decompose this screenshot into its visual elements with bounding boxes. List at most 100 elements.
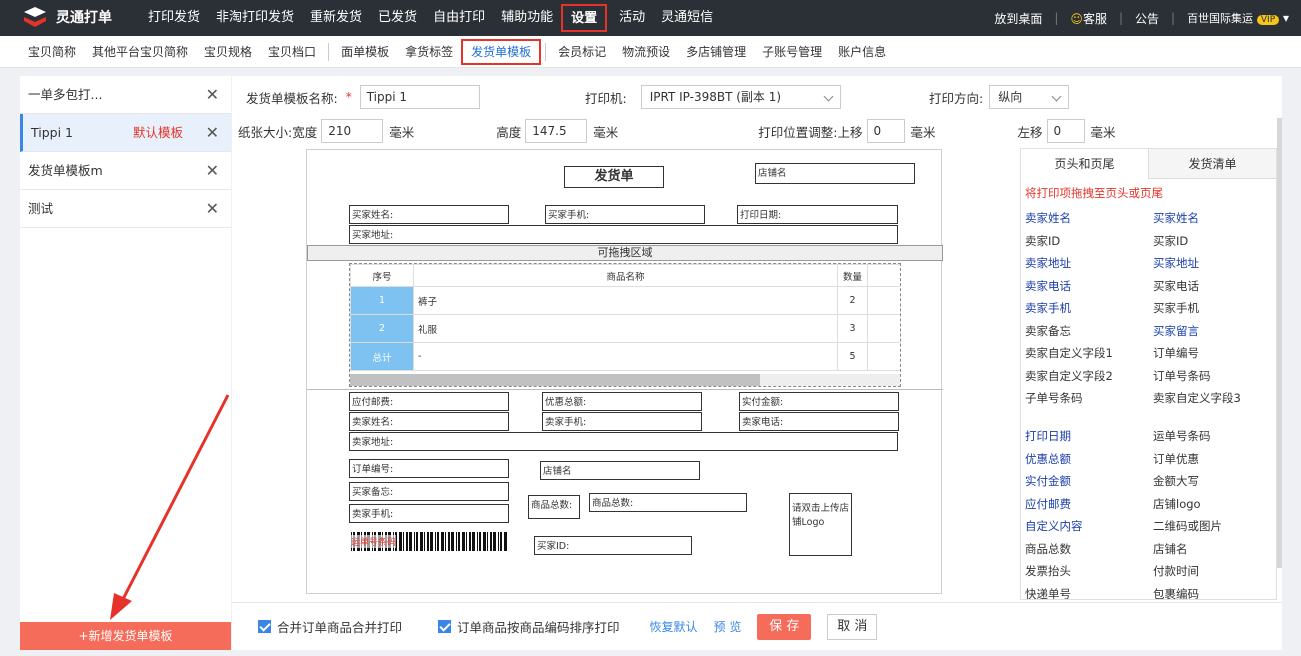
preview-link[interactable]: 预 览	[714, 618, 742, 635]
subnav-item[interactable]: 账户信息	[830, 43, 894, 60]
up-input[interactable]: 0	[866, 119, 905, 143]
field-item[interactable]: 卖家ID	[1025, 230, 1153, 253]
field-item[interactable]: 卖家自定义字段1	[1025, 342, 1153, 365]
tab-goods-list[interactable]: 发货清单	[1148, 149, 1276, 179]
subnav-item[interactable]: 物流预设	[614, 43, 678, 60]
field-item[interactable]: 包裹编码	[1153, 583, 1273, 600]
close-icon[interactable]: ✕	[206, 190, 219, 228]
field-item[interactable]: 卖家姓名	[1025, 207, 1153, 230]
nav-item[interactable]: 重新发货	[302, 0, 370, 36]
cancel-button[interactable]: 取 消	[827, 613, 878, 640]
canvas-field[interactable]: 店铺名	[540, 461, 700, 480]
field-item[interactable]: 发票抬头	[1025, 560, 1153, 583]
canvas-field[interactable]: 买家地址:	[349, 225, 898, 244]
field-item[interactable]: 店铺名	[1153, 538, 1273, 561]
field-item[interactable]: 卖家电话	[1025, 275, 1153, 298]
canvas-field[interactable]: 买家ID:	[534, 536, 692, 555]
field-item[interactable]: 买家留言	[1153, 320, 1273, 343]
nav-item[interactable]: 辅助功能	[493, 0, 561, 36]
subnav-item[interactable]: 其他平台宝贝简称	[84, 43, 196, 60]
desktop-link[interactable]: 放到桌面	[988, 10, 1048, 27]
subnav-item[interactable]: 多店铺管理	[678, 43, 754, 60]
canvas-field[interactable]: 卖家手机:	[349, 504, 509, 523]
subnav-item[interactable]: 发货单模板	[461, 38, 542, 65]
field-item[interactable]: 买家手机	[1153, 297, 1273, 320]
template-item[interactable]: 发货单模板m ✕	[20, 152, 231, 190]
printer-select[interactable]: IPRT IP-398BT (副本 1)	[640, 85, 841, 109]
print-canvas[interactable]: 发货单 店铺名 买家姓名: 买家手机: 打印日期: 买家地址: 可拖拽区域 序号…	[306, 149, 943, 594]
template-item[interactable]: 测试 ✕	[20, 190, 231, 228]
close-icon[interactable]: ✕	[206, 152, 219, 190]
scrollbar-thumb[interactable]	[350, 374, 760, 386]
canvas-title[interactable]: 发货单	[564, 166, 664, 188]
canvas-field[interactable]: 商品总数:	[589, 493, 747, 512]
canvas-field[interactable]: 应付邮费:	[349, 392, 509, 411]
subnav-item[interactable]: 拿货标签	[397, 43, 461, 60]
nav-item[interactable]: 灵通短信	[653, 0, 721, 36]
template-item[interactable]: 一单多包打... ✕	[20, 76, 231, 114]
field-item[interactable]: 快递单号	[1025, 583, 1153, 600]
field-item[interactable]: 店铺logo	[1153, 493, 1273, 516]
field-item[interactable]: 子单号条码	[1025, 387, 1153, 425]
nav-item[interactable]: 设置	[561, 4, 608, 32]
close-icon[interactable]: ✕	[206, 76, 219, 114]
height-input[interactable]: 147.5	[525, 119, 588, 143]
field-item[interactable]: 卖家自定义字段3	[1153, 387, 1273, 425]
field-item[interactable]: 订单编号	[1153, 342, 1273, 365]
field-item[interactable]: 二维码或图片	[1153, 515, 1273, 538]
merge-checkbox[interactable]	[258, 620, 271, 633]
nav-item[interactable]: 自由打印	[425, 0, 493, 36]
canvas-field[interactable]: 打印日期:	[737, 205, 898, 224]
field-item[interactable]: 自定义内容	[1025, 515, 1153, 538]
canvas-field[interactable]: 买家手机:	[545, 205, 705, 224]
template-name-input[interactable]: Tippi 1	[359, 85, 480, 109]
subnav-item[interactable]: 宝贝档口	[260, 43, 324, 60]
field-item[interactable]: 实付金额	[1025, 470, 1153, 493]
canvas-field[interactable]: 买家备忘:	[349, 482, 509, 501]
field-item[interactable]: 卖家地址	[1025, 252, 1153, 275]
subnav-item[interactable]: 宝贝简称	[20, 43, 84, 60]
canvas-field[interactable]: 买家姓名:	[349, 205, 509, 224]
horizontal-scrollbar[interactable]	[350, 374, 900, 386]
app-logo[interactable]: 灵通打单	[22, 6, 112, 28]
logo-upload[interactable]: 请双击上传店铺Logo	[789, 493, 852, 556]
field-item[interactable]: 金额大写	[1153, 470, 1273, 493]
field-item[interactable]: 买家地址	[1153, 252, 1273, 275]
field-item[interactable]: 卖家自定义字段2	[1025, 365, 1153, 388]
field-item[interactable]: 运单号条码	[1153, 425, 1273, 448]
canvas-field[interactable]: 卖家姓名:	[349, 412, 509, 431]
left-input[interactable]: 0	[1046, 119, 1085, 143]
field-item[interactable]: 付款时间	[1153, 560, 1273, 583]
canvas-field[interactable]: 优惠总额:	[542, 392, 702, 411]
drag-zone[interactable]: 可拖拽区域	[307, 245, 943, 261]
nav-item[interactable]: 已发货	[370, 0, 425, 36]
canvas-field[interactable]: 卖家手机:	[542, 412, 702, 431]
close-icon[interactable]: ✕	[206, 114, 219, 152]
sort-checkbox[interactable]	[438, 620, 452, 633]
canvas-field[interactable]: 订单编号:	[349, 459, 509, 478]
field-item[interactable]: 买家姓名	[1153, 207, 1273, 230]
subnav-item[interactable]: 子账号管理	[754, 43, 830, 60]
canvas-field[interactable]: 卖家电话:	[739, 412, 899, 431]
subnav-item[interactable]: 宝贝规格	[196, 43, 260, 60]
barcode-field[interactable]: 运单号条码	[349, 532, 509, 551]
field-item[interactable]: 买家ID	[1153, 230, 1273, 253]
field-item[interactable]: 优惠总额	[1025, 448, 1153, 471]
template-item[interactable]: Tippi 1 默认模板 ✕	[20, 114, 231, 152]
canvas-field[interactable]: 卖家地址:	[349, 432, 898, 451]
field-item[interactable]: 订单优惠	[1153, 448, 1273, 471]
vertical-scrollbar[interactable]	[1277, 118, 1282, 568]
nav-item[interactable]: 打印发货	[140, 0, 208, 36]
nav-item[interactable]: 活动	[611, 0, 653, 36]
service-link[interactable]: ☺客服	[1064, 10, 1113, 27]
canvas-field[interactable]: 实付金额:	[739, 392, 899, 411]
field-item[interactable]: 买家电话	[1153, 275, 1273, 298]
field-item[interactable]: 卖家手机	[1025, 297, 1153, 320]
field-item[interactable]: 应付邮费	[1025, 493, 1153, 516]
canvas-field[interactable]: 商品总数:	[528, 495, 580, 519]
save-button[interactable]: 保 存	[757, 613, 812, 640]
subnav-item[interactable]: 会员标记	[550, 43, 614, 60]
field-item[interactable]: 打印日期	[1025, 425, 1153, 448]
add-template-button[interactable]: +新增发货单模板	[20, 622, 231, 650]
nav-item[interactable]: 非淘打印发货	[208, 0, 302, 36]
